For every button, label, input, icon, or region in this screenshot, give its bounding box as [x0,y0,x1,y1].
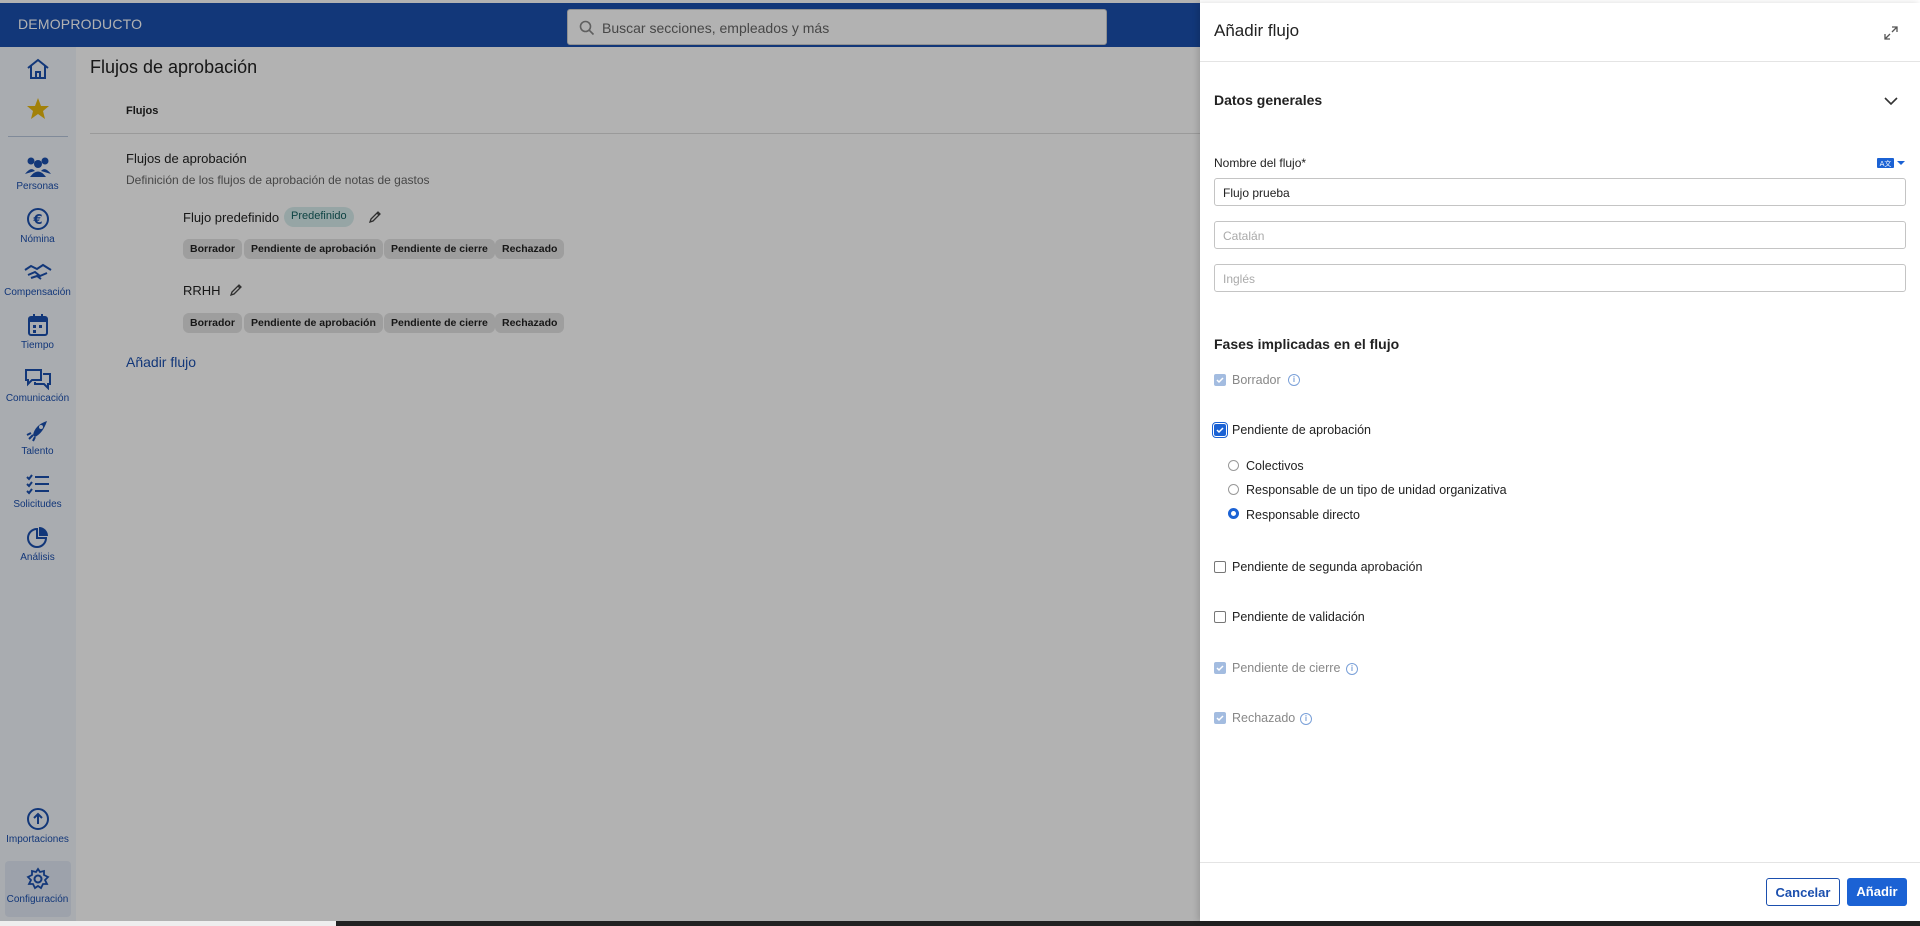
add-button[interactable]: Añadir [1847,878,1907,906]
header-divider [1200,61,1920,62]
phases-title: Fases implicadas en el flujo [1214,336,1400,352]
bottom-strip-highlight [0,921,336,926]
label-rechazado: Rechazado [1232,711,1296,725]
drawer-title: Añadir flujo [1214,21,1300,40]
label-responsable-directo[interactable]: Responsable directo [1246,508,1360,522]
radio-responsable-tipo-unidad[interactable] [1228,484,1239,495]
cancel-button[interactable]: Cancelar [1766,878,1840,906]
footer-divider [1200,862,1920,863]
checkbox-pendiente-cierre [1214,662,1226,674]
section-datos-generales[interactable]: Datos generales [1214,92,1322,108]
checkbox-pendiente-validacion[interactable] [1214,611,1226,623]
flow-name-label: Nombre del flujo* [1214,156,1307,170]
info-icon[interactable]: i [1300,713,1312,725]
checkbox-pendiente-segunda-aprobacion[interactable] [1214,561,1226,573]
flow-name-input[interactable]: Flujo prueba [1214,178,1906,206]
add-flow-drawer: Añadir flujo Datos generales Nombre del … [1200,3,1920,921]
modal-backdrop[interactable] [0,0,1200,926]
label-borrador: Borrador [1232,373,1281,387]
label-pendiente-segunda-aprobacion[interactable]: Pendiente de segunda aprobación [1232,560,1422,574]
catalan-input[interactable]: Catalán [1214,221,1906,249]
radio-responsable-directo[interactable] [1228,508,1239,519]
checkbox-borrador [1214,374,1226,386]
svg-text:A文: A文 [1880,159,1892,168]
checkbox-pendiente-aprobacion[interactable] [1212,422,1228,438]
radio-colectivos[interactable] [1228,460,1239,471]
label-pendiente-validacion[interactable]: Pendiente de validación [1232,610,1365,624]
label-pendiente-cierre: Pendiente de cierre [1232,661,1341,675]
checkbox-rechazado [1214,712,1226,724]
label-responsable-tipo-unidad[interactable]: Responsable de un tipo de unidad organiz… [1246,483,1507,497]
label-colectivos[interactable]: Colectivos [1246,459,1304,473]
info-icon[interactable]: i [1346,663,1358,675]
label-pendiente-aprobacion[interactable]: Pendiente de aprobación [1232,423,1371,437]
info-icon[interactable]: i [1288,374,1300,386]
english-input[interactable]: Inglés [1214,264,1906,292]
expand-icon[interactable] [1883,25,1899,41]
translate-icon[interactable]: A文 [1877,157,1909,169]
chevron-down-icon[interactable] [1883,93,1899,109]
